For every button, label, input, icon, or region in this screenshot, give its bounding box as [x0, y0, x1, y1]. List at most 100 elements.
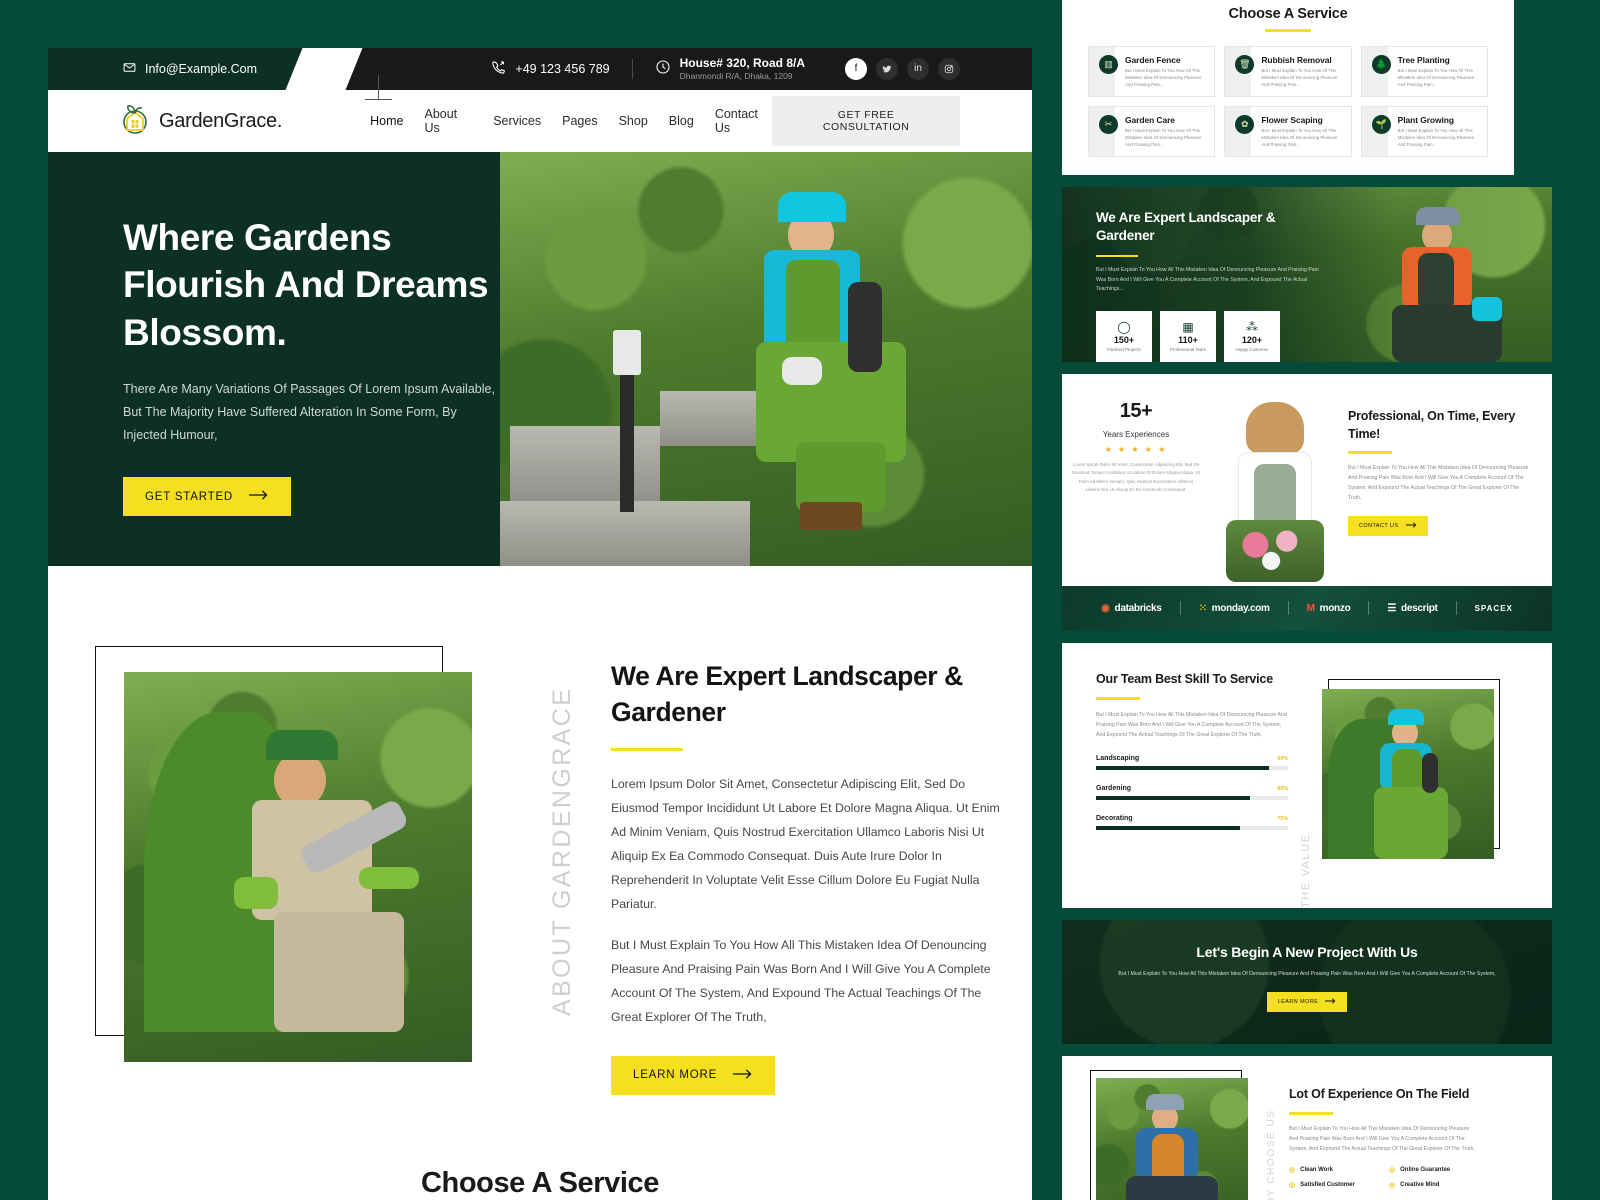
stat-value: 110+	[1178, 335, 1198, 346]
skill-track	[1096, 826, 1288, 831]
begin-learn-more-label: LEARN MORE	[1277, 998, 1319, 1005]
nav-item-services[interactable]: Services	[493, 114, 541, 128]
skill-bar-gardening: Gardening 80%	[1096, 785, 1288, 801]
about-section: ABOUT GARDENGRACE We Are Expert Landscap…	[48, 566, 1032, 1095]
service-card-garden-fence[interactable]: ▥ Garden Fence But I Must Explain To You…	[1088, 45, 1216, 97]
twitter-icon[interactable]	[876, 57, 898, 80]
service-card-plant-growing[interactable]: 🌱 Plant Growing But I Must Explain To Yo…	[1360, 105, 1488, 157]
about-heading: We Are Expert Landscaper & Gardener	[611, 661, 963, 728]
about-paragraph-1: Lorem Ipsum Dolor Sit Amet, Consectetur …	[611, 777, 1000, 911]
service-desc: But I Must Explain To You How All This M…	[1261, 67, 1338, 87]
skill-fill	[1096, 766, 1269, 771]
skill-track	[1096, 796, 1288, 801]
monzo-icon: M	[1306, 602, 1315, 614]
brand-monzo: M monzo	[1306, 602, 1351, 614]
brand-monday: ⁙ monday.com	[1198, 602, 1270, 614]
check-circle-icon: ◯	[1117, 320, 1131, 335]
services-grid: ▥ Garden Fence But I Must Explain To You…	[1062, 45, 1514, 157]
choose-service-bottom: Choose A Service	[48, 1167, 1032, 1200]
secondary-preview-column: Choose A Service ▥ Garden Fence But I Mu…	[1062, 0, 1552, 1200]
brand-logos-strip: ◉ databricks ⁙ monday.com M monzo ☰ desc…	[1062, 585, 1552, 631]
about-paragraph-2: But I Must Explain To You How All This M…	[611, 937, 991, 1024]
service-name: Flower Scaping	[1261, 114, 1323, 125]
expert-accent-rule	[1096, 255, 1138, 258]
sprout-icon: 🌱	[1371, 114, 1391, 134]
choose-service-bottom-heading: Choose A Service	[420, 1166, 660, 1199]
topbar-phone[interactable]: +49 123 456 789	[491, 60, 610, 78]
nav-item-shop[interactable]: Shop	[619, 114, 648, 128]
years-experience-block: 15+ Years Experiences ★ ★ ★ ★ ★ Lorem Ip…	[1062, 374, 1210, 586]
professional-heading: Professional, On Time, Every Time!	[1348, 408, 1516, 441]
about-image	[124, 672, 472, 1062]
expert-worker-figure	[1352, 197, 1542, 362]
facebook-icon[interactable]: f	[845, 57, 867, 80]
brand-logo[interactable]: GardenGrace.	[120, 103, 282, 140]
topbar-right-group: +49 123 456 789 House# 320, Road 8/A Dha…	[491, 56, 1032, 82]
skills-image-block	[1322, 678, 1500, 859]
stat-label: Finished Projects	[1107, 347, 1141, 353]
nav-menu: Home About Us Services Pages Shop Blog C…	[365, 75, 772, 135]
nav-item-pages[interactable]: Pages	[562, 114, 597, 128]
instagram-icon[interactable]	[938, 57, 960, 80]
fence-icon: ▥	[1099, 54, 1118, 74]
main-navbar: GardenGrace. Home About Us Services Page…	[48, 75, 1032, 152]
about-image-block	[95, 646, 472, 1062]
service-card-rubbish-removal[interactable]: 🗑 Rubbish Removal But I Must Explain To …	[1224, 45, 1352, 97]
why-vertical-label: WHY CHOOSE US	[1266, 1109, 1277, 1200]
contact-us-button[interactable]: CONTACT US	[1348, 516, 1428, 537]
skills-content: Our Team Best Skill To Service But I Mus…	[1096, 671, 1288, 908]
years-description: Lorem Ipsum Dolor Sit Amet, Consectetur …	[1072, 461, 1200, 492]
check-circle-icon: ◎	[1289, 1182, 1296, 1190]
expert-paragraph: But I Must Explain To You How All This M…	[1096, 267, 1319, 293]
brand-databricks: ◉ databricks	[1101, 602, 1162, 614]
check-circle-icon: ◎	[1389, 1167, 1396, 1175]
shears-icon: ✂	[1099, 114, 1118, 134]
contact-us-label: CONTACT US	[1359, 523, 1399, 530]
linkedin-icon[interactable]: in	[907, 57, 929, 80]
hero-heading: Where Gardens Flourish And Dreams Blosso…	[123, 217, 489, 353]
nav-item-blog[interactable]: Blog	[669, 114, 694, 128]
skills-section: Our Team Best Skill To Service But I Mus…	[1062, 642, 1552, 908]
begin-project-content: Let's Begin A New Project With Us But I …	[1062, 920, 1552, 1012]
why-paragraph: But I Must Explain To You How All This M…	[1289, 1125, 1475, 1153]
skill-track	[1096, 766, 1288, 771]
professional-portrait	[1210, 374, 1342, 586]
topbar-address-sub: Dhanmondi R/A, Dhaka, 1209	[679, 70, 793, 81]
hero-paragraph: There Are Many Variations Of Passages Of…	[123, 382, 495, 443]
begin-learn-more-button[interactable]: LEARN MORE	[1266, 991, 1348, 1012]
professional-content: Professional, On Time, Every Time! But I…	[1342, 374, 1552, 586]
topbar-address-main: House# 320, Road 8/A	[679, 55, 805, 70]
clock-icon	[655, 59, 671, 78]
service-card-garden-care[interactable]: ✂ Garden Care But I Must Explain To You …	[1088, 105, 1216, 157]
get-started-button[interactable]: GET STARTED	[123, 477, 292, 517]
service-card-flower-scaping[interactable]: ✿ Flower Scaping But I Must Explain To Y…	[1224, 105, 1352, 157]
feature-clean-work: ◎ Clean Work	[1289, 1167, 1334, 1175]
get-free-consultation-button[interactable]: GET FREE CONSULTATION	[772, 96, 960, 146]
skill-fill	[1096, 826, 1240, 831]
expert-heading: We Are Expert Landscaper & Gardener	[1096, 209, 1276, 244]
learn-more-button[interactable]: LEARN MORE	[611, 1055, 776, 1095]
expert-stats: ◯ 150+ Finished Projects ▦ 110+ Professi…	[1096, 310, 1322, 362]
begin-project-paragraph: But I Must Explain To You How All This M…	[1118, 970, 1496, 977]
service-desc: But I Must Explain To You How All This M…	[1397, 67, 1475, 87]
why-content: Lot Of Experience On The Field But I Mus…	[1289, 1078, 1479, 1200]
nav-item-contact-us[interactable]: Contact Us	[715, 107, 772, 135]
topbar-email[interactable]: Info@Example.Com	[123, 61, 257, 77]
skills-vertical-label: THE VALUE	[1300, 833, 1312, 908]
professional-accent-rule	[1348, 451, 1392, 454]
topbar-address: House# 320, Road 8/A Dhanmondi R/A, Dhak…	[655, 56, 805, 82]
skill-percent: 80%	[1277, 786, 1288, 793]
service-name: Garden Fence	[1125, 54, 1181, 65]
service-card-tree-planting[interactable]: 🌲 Tree Planting But I Must Explain To Yo…	[1360, 45, 1488, 97]
begin-project-heading: Let's Begin A New Project With Us	[1196, 943, 1418, 960]
nav-item-about-us[interactable]: About Us	[424, 107, 472, 135]
hero-image	[500, 152, 1032, 566]
skill-percent: 90%	[1277, 756, 1288, 763]
professional-section: 15+ Years Experiences ★ ★ ★ ★ ★ Lorem Ip…	[1062, 373, 1552, 586]
arrow-right-icon	[1405, 522, 1417, 530]
arrow-right-icon	[1325, 998, 1336, 1006]
monday-icon: ⁙	[1198, 602, 1207, 614]
main-site-frame: Info@Example.Com +49 123 456 789 House# …	[48, 48, 1032, 1200]
about-vertical-label: ABOUT GARDENGRACE	[548, 686, 576, 1016]
nav-item-home[interactable]: Home	[370, 114, 403, 128]
